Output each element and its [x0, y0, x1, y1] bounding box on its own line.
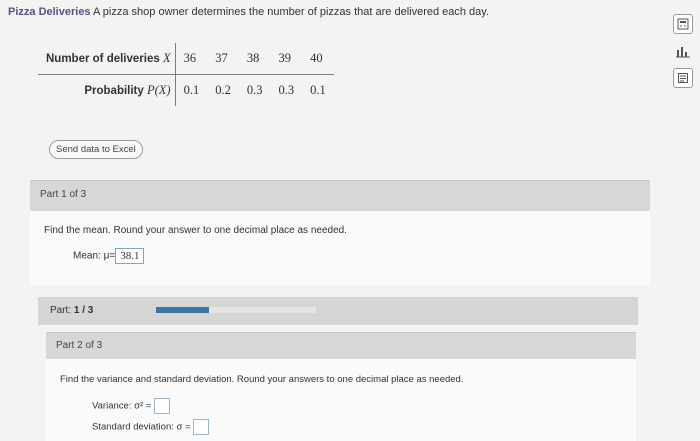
variance-symbol: σ² =	[134, 400, 152, 412]
mean-label: Mean:	[73, 250, 101, 262]
x-value-cell: 40	[302, 43, 334, 75]
mean-row: Mean: μ= 38.1	[73, 248, 145, 264]
chart-icon[interactable]	[674, 42, 692, 60]
mean-answer-field[interactable]: 38.1	[115, 248, 145, 264]
part1-header: Part 1 of 3	[30, 180, 650, 211]
stddev-answer-field[interactable]	[193, 419, 210, 435]
progress-track	[156, 307, 316, 313]
page: Pizza Deliveries A pizza shop owner dete…	[0, 0, 700, 441]
problem-title-row: Pizza Deliveries A pizza shop owner dete…	[8, 6, 489, 18]
variance-answer-field[interactable]	[153, 398, 170, 414]
send-to-excel-button[interactable]: Send data to Excel	[49, 140, 143, 159]
p-value-cell: 0.2	[215, 83, 231, 97]
x-value-cell: 36	[174, 43, 208, 75]
x-value-cell: 38	[238, 43, 271, 75]
row-header-p: Probability P(X)	[84, 83, 171, 97]
part2-header-label: Part 2 of 3	[56, 340, 103, 351]
mean-symbol: μ=	[103, 250, 116, 262]
p-value-cell: 0.3	[246, 83, 263, 97]
table-row-x: Number of deliveries X 36 37 38 39 40	[38, 43, 334, 75]
part1-question: Find the mean. Round your answer to one …	[44, 225, 347, 236]
notes-icon[interactable]	[673, 68, 693, 88]
p-value-cell: 0.1	[174, 74, 208, 106]
part2-question: Find the variance and standard deviation…	[60, 374, 464, 385]
right-toolbar	[672, 14, 694, 96]
stddev-label: Standard deviation:	[92, 421, 174, 433]
p-value-cell: 0.3	[278, 83, 295, 97]
progress-label: Part: 1 / 3	[50, 305, 94, 316]
part2-header: Part 2 of 3	[46, 332, 636, 359]
x-value-cell: 37	[207, 43, 239, 75]
problem-title: Pizza Deliveries	[8, 6, 91, 18]
stddev-row: Standard deviation: σ =	[92, 419, 210, 435]
probability-table: Number of deliveries X 36 37 38 39 40 Pr…	[38, 43, 334, 106]
problem-statement: A pizza shop owner determines the number…	[93, 6, 490, 18]
calculator-icon[interactable]	[673, 14, 693, 34]
x-value-cell: 39	[270, 43, 303, 75]
part-progress-bar: Part: 1 / 3	[38, 297, 638, 325]
row-header-x: Number of deliveries X	[38, 43, 176, 75]
part1-header-label: Part 1 of 3	[40, 189, 87, 200]
p-value-cell: 0.1	[310, 83, 326, 97]
stddev-symbol: σ =	[176, 421, 191, 433]
variance-label: Variance:	[92, 400, 132, 412]
variance-row: Variance: σ² =	[92, 398, 170, 414]
progress-fill	[156, 307, 210, 313]
table-row-p: Probability P(X) 0.1 0.2 0.3 0.3 0.1	[38, 74, 334, 106]
